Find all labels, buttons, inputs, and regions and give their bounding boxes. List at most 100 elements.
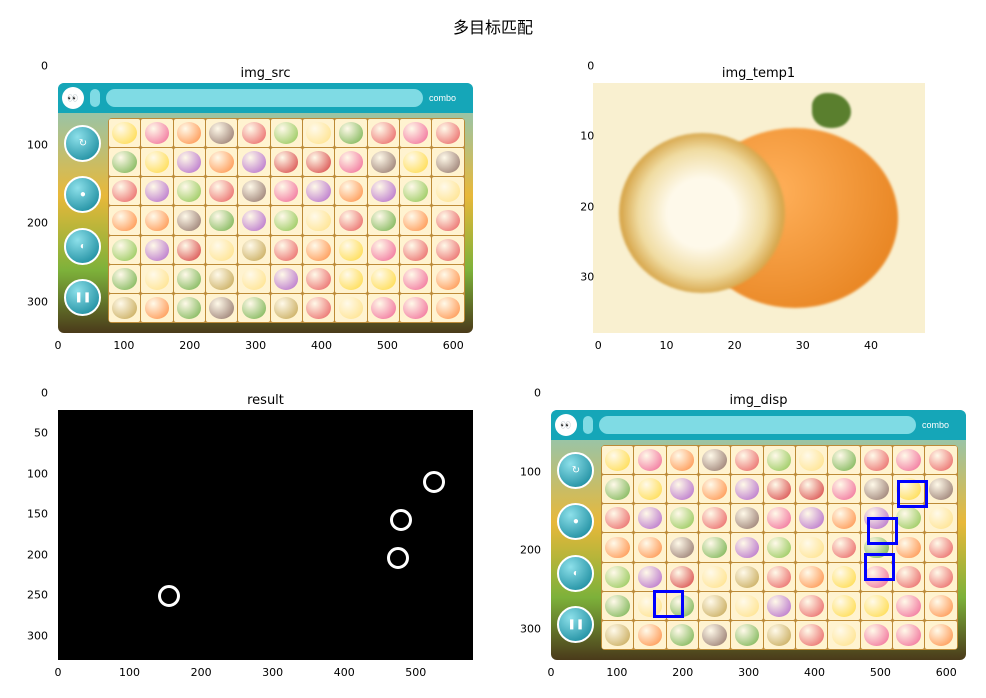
game-tile[interactable]: [335, 294, 366, 322]
game-tile[interactable]: [109, 177, 140, 205]
game-tile[interactable]: [432, 265, 463, 293]
game-tile[interactable]: [303, 236, 334, 264]
detection-rect: [653, 590, 684, 618]
game-tile[interactable]: [368, 177, 399, 205]
game-tile[interactable]: [206, 294, 237, 322]
game-tile[interactable]: [400, 148, 431, 176]
game-tile[interactable]: [271, 265, 302, 293]
game-tile[interactable]: [141, 294, 172, 322]
game-tile[interactable]: [174, 294, 205, 322]
game-tile[interactable]: [432, 119, 463, 147]
game-tile[interactable]: [303, 119, 334, 147]
game-tile[interactable]: [432, 177, 463, 205]
game-tile[interactable]: [206, 206, 237, 234]
game-tile[interactable]: [368, 236, 399, 264]
game-tile[interactable]: [238, 236, 269, 264]
game-tile[interactable]: [271, 177, 302, 205]
game-tile[interactable]: [400, 236, 431, 264]
xtick: 200: [191, 666, 212, 679]
axes-img-src: img_src 👀 combo ↻ ● ◐: [10, 44, 483, 361]
ytick: 300: [27, 629, 48, 642]
game-tile[interactable]: [174, 206, 205, 234]
result-image: [58, 410, 473, 660]
game-tile[interactable]: [238, 177, 269, 205]
game-tile[interactable]: [141, 119, 172, 147]
game-tile[interactable]: [206, 119, 237, 147]
game-tile[interactable]: [335, 265, 366, 293]
swirl-button[interactable]: ◐: [64, 228, 101, 265]
game-tile[interactable]: [206, 265, 237, 293]
game-tile[interactable]: [303, 148, 334, 176]
pause-button[interactable]: ❚❚: [64, 279, 101, 316]
game-tile[interactable]: [141, 148, 172, 176]
game-tile[interactable]: [109, 236, 140, 264]
game-tile[interactable]: [109, 265, 140, 293]
xtick: 400: [334, 666, 355, 679]
game-tile[interactable]: [174, 148, 205, 176]
xtick: 0: [55, 666, 62, 679]
game-tile[interactable]: [206, 236, 237, 264]
game-tile[interactable]: [238, 265, 269, 293]
game-tile[interactable]: [303, 206, 334, 234]
game-tile[interactable]: [206, 177, 237, 205]
game-tile[interactable]: [238, 119, 269, 147]
game-tile[interactable]: [368, 206, 399, 234]
game-tile[interactable]: [432, 236, 463, 264]
detection-rect: [867, 517, 898, 545]
game-tile[interactable]: [238, 148, 269, 176]
game-tile[interactable]: [400, 206, 431, 234]
game-tile[interactable]: [368, 148, 399, 176]
game-tile[interactable]: [400, 294, 431, 322]
img-disp-image: 👀 combo ↻ ● ◐ ❚❚: [551, 410, 966, 660]
game-tile[interactable]: [335, 148, 366, 176]
game-tile[interactable]: [368, 119, 399, 147]
game-tile[interactable]: [335, 236, 366, 264]
refresh-button[interactable]: ↻: [64, 125, 101, 162]
game-tile[interactable]: [141, 236, 172, 264]
match-point-ring: [387, 547, 409, 569]
game-tile[interactable]: [335, 119, 366, 147]
game-tile[interactable]: [174, 236, 205, 264]
game-tile[interactable]: [271, 206, 302, 234]
game-tile[interactable]: [432, 206, 463, 234]
game-tile[interactable]: [303, 265, 334, 293]
game-tile[interactable]: [174, 177, 205, 205]
game-tile[interactable]: [109, 148, 140, 176]
game-tile[interactable]: [368, 265, 399, 293]
ytick: 0: [41, 387, 48, 400]
bomb-button[interactable]: ●: [64, 176, 101, 213]
game-tile[interactable]: [400, 265, 431, 293]
game-tile[interactable]: [432, 294, 463, 322]
game-tile[interactable]: [335, 206, 366, 234]
game-tile[interactable]: [271, 236, 302, 264]
game-tile[interactable]: [141, 177, 172, 205]
xtick: 0: [595, 339, 602, 352]
game-tile[interactable]: [335, 177, 366, 205]
ytick: 0: [41, 60, 48, 73]
game-tile[interactable]: [206, 148, 237, 176]
game-tile[interactable]: [109, 119, 140, 147]
game-tile[interactable]: [141, 206, 172, 234]
xtick: 500: [377, 339, 398, 352]
game-tile[interactable]: [368, 294, 399, 322]
game-tile[interactable]: [271, 294, 302, 322]
xtick: 400: [804, 666, 825, 679]
game-tile[interactable]: [238, 206, 269, 234]
game-tile[interactable]: [400, 177, 431, 205]
game-tile[interactable]: [141, 265, 172, 293]
game-tile[interactable]: [238, 294, 269, 322]
game-tile[interactable]: [400, 119, 431, 147]
game-tile[interactable]: [109, 294, 140, 322]
game-tile[interactable]: [271, 119, 302, 147]
game-tile[interactable]: [303, 177, 334, 205]
game-tile[interactable]: [303, 294, 334, 322]
ytick: 300: [27, 295, 48, 308]
game-tile[interactable]: [271, 148, 302, 176]
game-tile[interactable]: [174, 119, 205, 147]
game-topbar: 👀 combo: [58, 83, 473, 113]
subplot-grid: img_src 👀 combo ↻ ● ◐: [10, 44, 976, 688]
game-tile[interactable]: [109, 206, 140, 234]
game-tile[interactable]: [174, 265, 205, 293]
ytick: 100: [520, 465, 541, 478]
game-tile[interactable]: [432, 148, 463, 176]
